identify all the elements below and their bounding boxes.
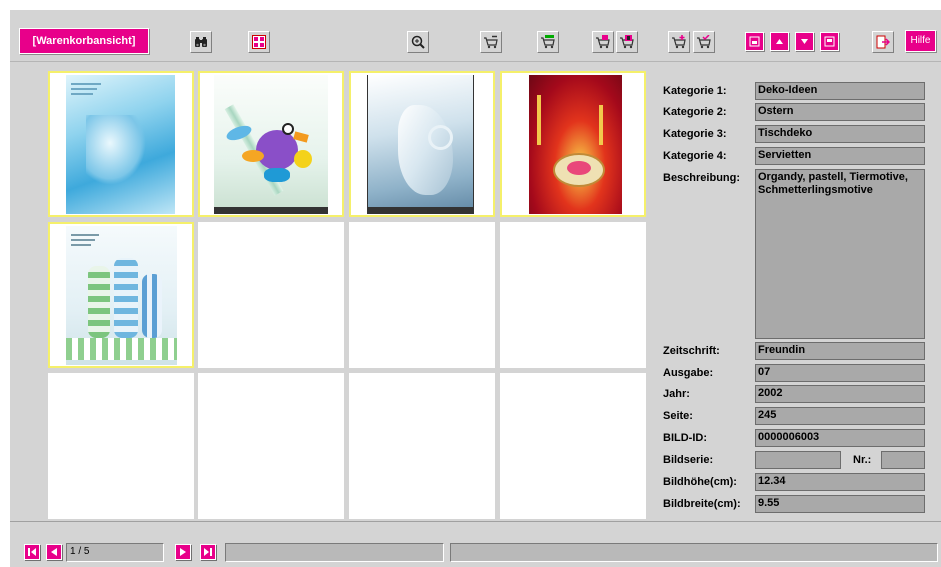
thumbnail-image (66, 75, 175, 214)
zoom-button[interactable] (407, 31, 429, 53)
next-page-icon (180, 548, 186, 556)
last-icon (824, 36, 835, 47)
bild-id-label: BILD-ID: (663, 432, 707, 444)
warenkorbansicht-button[interactable]: [Warenkorbansicht] (19, 28, 149, 54)
bild-id-field: 0000006003 (755, 429, 925, 447)
empty-cell (349, 222, 495, 368)
cart-remove-icon (484, 35, 498, 49)
first-icon (749, 36, 760, 47)
image-grid (10, 63, 649, 521)
cart-import-button[interactable] (592, 31, 614, 53)
jahr-field: 2002 (755, 385, 925, 403)
bildbreite-label: Bildbreite(cm): (663, 498, 741, 510)
app-window: [Warenkorbansicht] Hilfe Kategorie 1: De… (10, 10, 941, 567)
seite-field: 245 (755, 407, 925, 425)
cart-import-icon (596, 35, 610, 49)
kategorie3-label: Kategorie 3: (663, 128, 727, 140)
ausgabe-field: 07 (755, 364, 925, 382)
cart-all-button[interactable] (537, 31, 559, 53)
nr-field (881, 451, 925, 469)
previous-page-button[interactable] (46, 544, 62, 560)
cart-remove-button[interactable] (480, 31, 502, 53)
bildhoehe-field: 12.34 (755, 473, 925, 491)
thumbnail-3[interactable] (349, 71, 495, 217)
last-page-icon (204, 548, 212, 556)
exit-button[interactable] (872, 31, 894, 53)
binoculars-icon (195, 37, 207, 47)
thumbnail-1[interactable] (48, 71, 194, 217)
thumbnail-image (529, 75, 622, 214)
status-field-2 (450, 543, 938, 562)
thumbnail-image (214, 75, 328, 214)
jahr-label: Jahr: (663, 388, 690, 400)
ausgabe-label: Ausgabe: (663, 367, 714, 379)
search-button[interactable] (190, 31, 212, 53)
page-indicator: 1 / 5 (66, 543, 164, 562)
bildserie-field (755, 451, 841, 469)
cart-check-icon (697, 35, 711, 49)
zeitschrift-label: Zeitschrift: (663, 345, 720, 357)
empty-cell (198, 373, 344, 519)
thumbnail-4[interactable] (500, 71, 646, 217)
first-record-button[interactable] (745, 32, 764, 51)
empty-cell (198, 222, 344, 368)
seite-label: Seite: (663, 410, 693, 422)
beschreibung-label: Beschreibung: (663, 172, 741, 184)
exit-icon (876, 35, 890, 49)
empty-cell (48, 373, 194, 519)
last-record-button[interactable] (820, 32, 839, 51)
nr-label: Nr.: (853, 454, 872, 466)
thumbnail-2[interactable] (198, 71, 344, 217)
empty-cell (500, 373, 646, 519)
empty-cell (349, 373, 495, 519)
kategorie3-field: Tischdeko (755, 125, 925, 143)
cart-add-icon (672, 35, 686, 49)
thumbnail-image (367, 75, 474, 214)
bildhoehe-label: Bildhöhe(cm): (663, 476, 737, 488)
thumbnail-image (66, 226, 177, 365)
next-record-button[interactable] (795, 32, 814, 51)
bildserie-label: Bildserie: (663, 454, 714, 466)
grid-view-icon (252, 35, 266, 49)
status-field-1 (225, 543, 444, 562)
kategorie1-field: Deko-Ideen (755, 82, 925, 100)
cart-export-button[interactable] (616, 31, 638, 53)
thumbnail-5[interactable] (48, 222, 194, 368)
help-button[interactable]: Hilfe (905, 30, 936, 52)
beschreibung-field: Organdy, pastell, Tiermotive, Schmetterl… (755, 169, 925, 339)
grid-view-button[interactable] (248, 31, 270, 53)
kategorie1-label: Kategorie 1: (663, 85, 727, 97)
up-icon (776, 39, 783, 44)
down-icon (801, 39, 808, 44)
zoom-in-icon (411, 35, 425, 49)
cart-check-button[interactable] (693, 31, 715, 53)
details-panel: Kategorie 1: Deko-Ideen Kategorie 2: Ost… (651, 68, 941, 521)
first-page-icon (28, 548, 36, 556)
cart-all-icon (541, 35, 555, 49)
cart-add-button[interactable] (668, 31, 690, 53)
previous-record-button[interactable] (770, 32, 789, 51)
kategorie2-label: Kategorie 2: (663, 106, 727, 118)
empty-cell (500, 222, 646, 368)
status-bar: 1 / 5 (10, 521, 941, 567)
kategorie2-field: Ostern (755, 103, 925, 121)
toolbar: [Warenkorbansicht] Hilfe (10, 10, 941, 62)
cart-export-icon (620, 35, 634, 49)
bildbreite-field: 9.55 (755, 495, 925, 513)
kategorie4-label: Kategorie 4: (663, 150, 727, 162)
previous-page-icon (51, 548, 57, 556)
kategorie4-field: Servietten (755, 147, 925, 165)
last-page-button[interactable] (200, 544, 216, 560)
zeitschrift-field: Freundin (755, 342, 925, 360)
next-page-button[interactable] (175, 544, 191, 560)
first-page-button[interactable] (24, 544, 40, 560)
